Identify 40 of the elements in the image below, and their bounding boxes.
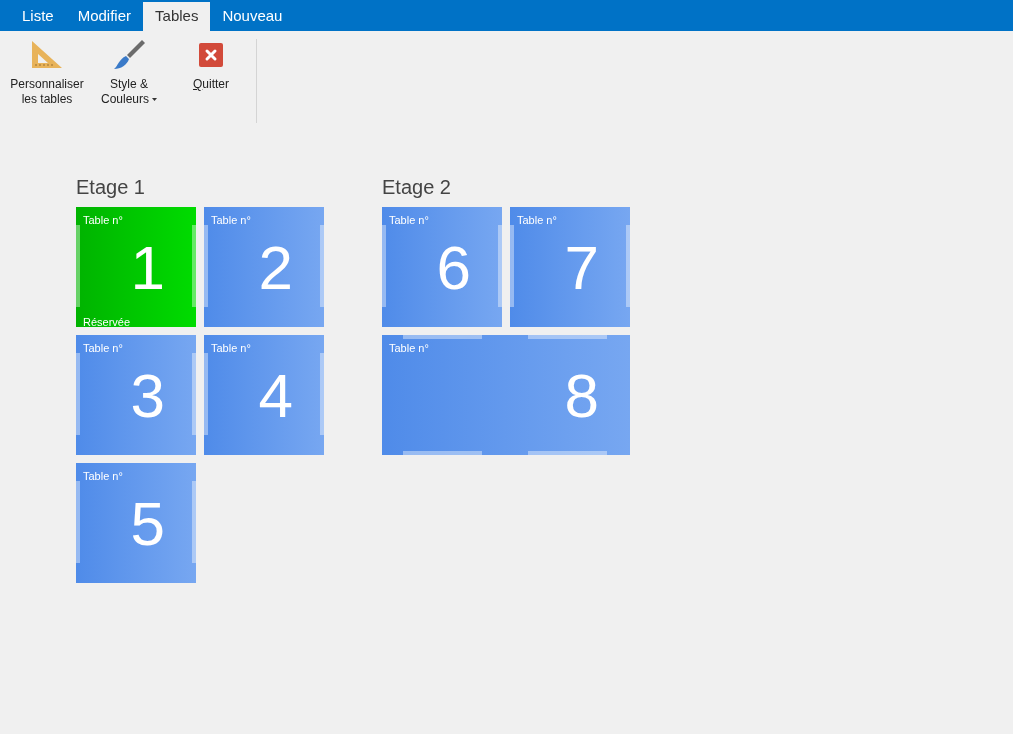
table-caption: Table n° — [83, 213, 123, 227]
ribbon-button[interactable]: Style & Couleurs — [88, 39, 170, 107]
table-number: 4 — [258, 364, 293, 428]
button-label: Quitter — [193, 77, 229, 92]
ribbon-tab[interactable]: Modifier — [65, 2, 144, 31]
floor-heading: Etage 1 — [76, 175, 146, 199]
table-number: 5 — [130, 492, 165, 556]
table-tile[interactable]: Table n° 4 — [204, 335, 324, 455]
table-caption: Table n° — [83, 469, 123, 483]
table-number: 2 — [258, 236, 293, 300]
table-caption: Table n° — [83, 341, 123, 355]
table-tile[interactable]: Table n° 3 — [76, 335, 196, 455]
table-caption: Table n° — [389, 213, 429, 227]
table-number: 3 — [130, 364, 165, 428]
table-number: 7 — [564, 236, 599, 300]
ribbon-button[interactable]: Personnaliser les tables — [6, 39, 88, 107]
status-label: Réservée — [83, 316, 131, 328]
ribbon-tab[interactable]: Nouveau — [210, 2, 295, 31]
table-tile[interactable]: Table n° 8 — [382, 335, 630, 455]
floor-heading: Etage 2 — [382, 175, 452, 199]
table-caption: Table n° — [389, 341, 429, 355]
caret-icon — [152, 98, 157, 102]
table-tile[interactable]: Table n° 6 — [382, 207, 502, 327]
table-caption: Table n° — [517, 213, 557, 227]
table-caption: Table n° — [211, 213, 251, 227]
button-label: Style & Couleurs — [88, 77, 170, 107]
table-number: 8 — [564, 364, 599, 428]
table-number: 6 — [436, 236, 471, 300]
ribbon-button[interactable]: Quitter — [170, 39, 252, 92]
table-tile[interactable]: Table n° 5 — [76, 463, 196, 583]
table-tile[interactable]: Table n° 7 — [510, 207, 630, 327]
table-tile[interactable]: Table n° 1 Réservée — [76, 207, 196, 327]
ribbon-tab[interactable]: Tables — [143, 2, 211, 31]
paintbrush-icon — [112, 39, 146, 71]
button-label: Personnaliser les tables — [9, 77, 85, 107]
ribbon-tab[interactable]: Liste — [10, 2, 66, 31]
table-tile[interactable]: Table n° 2 — [204, 207, 324, 327]
table-number: 1 — [130, 236, 165, 300]
close-icon — [199, 43, 223, 67]
table-caption: Table n° — [211, 341, 251, 355]
